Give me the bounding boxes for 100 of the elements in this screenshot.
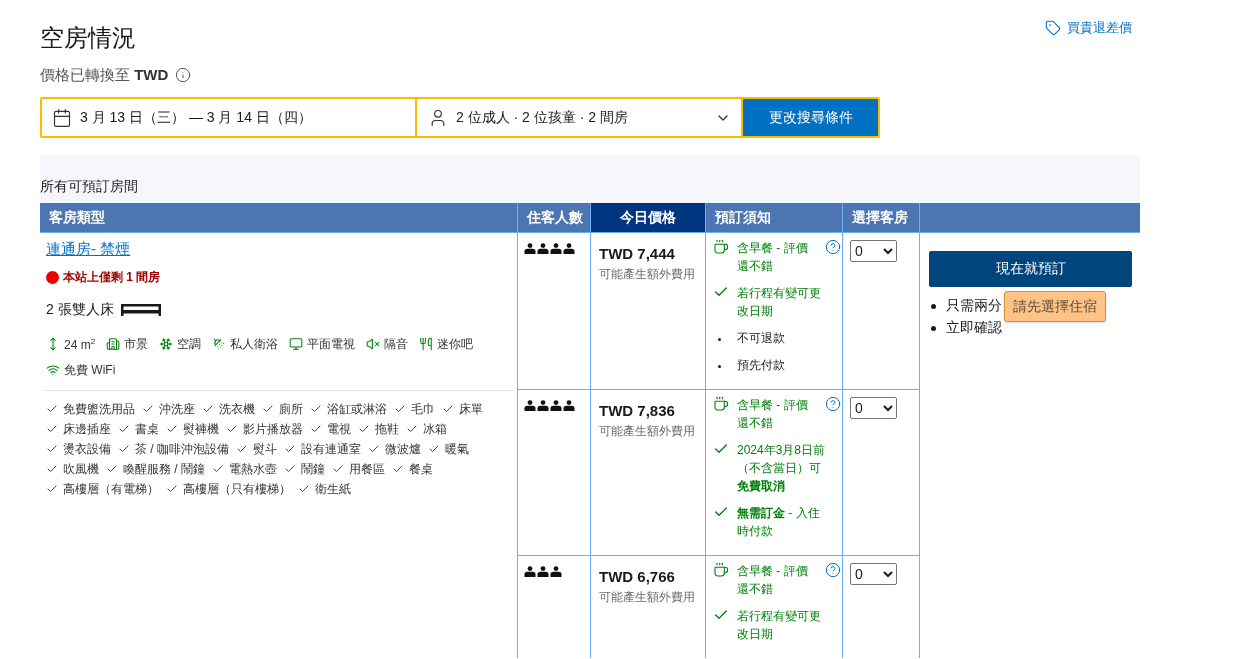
calendar-icon (52, 107, 72, 128)
amenity-label: 微波爐 (385, 440, 421, 458)
condition-text: 含早餐 - 評價還不錯 (737, 240, 809, 275)
facility-label: 平面電視 (307, 335, 356, 353)
muted-speaker-icon (366, 337, 381, 351)
quantity-select[interactable]: 0 (850, 563, 897, 585)
check-icon (310, 403, 322, 415)
check-icon (166, 483, 178, 495)
snowflake-icon (159, 337, 174, 351)
check-icon (118, 423, 130, 435)
building-icon (106, 337, 121, 351)
amenity-label: 設有連通室 (301, 440, 361, 458)
check-icon (358, 423, 370, 435)
check-icon (212, 463, 224, 475)
amenity-label: 電視 (327, 420, 351, 438)
utensils-icon (419, 337, 434, 351)
check-icon (392, 463, 404, 475)
price-match-link[interactable]: 買貴退差價 (1045, 19, 1132, 37)
amenity-label: 衛生紙 (315, 480, 351, 498)
check-icon (332, 463, 344, 475)
check-icon (284, 463, 296, 475)
column-header: 今日價格 (591, 203, 706, 233)
column-header: 客房類型 (40, 203, 518, 233)
bed-info: 2 張雙人床 (46, 301, 114, 319)
check-icon (394, 403, 406, 415)
condition-text: 若行程有變可更改日期 (737, 285, 822, 320)
monitor-icon (289, 337, 304, 351)
bullet-icon (931, 303, 936, 309)
search-button[interactable]: 更改搜尋條件 (743, 99, 878, 136)
amenity-label: 床單 (459, 400, 483, 418)
date-field[interactable]: 3 月 13 日（三） — 3 月 14 日（四） (42, 99, 415, 136)
facility-label: 迷你吧 (437, 335, 474, 353)
amenity-label: 書桌 (135, 420, 159, 438)
cup-icon (713, 562, 729, 578)
person-icon (550, 243, 562, 254)
person-icon (563, 243, 575, 254)
bullet-icon (931, 325, 936, 331)
check-icon (202, 403, 214, 415)
column-header: 住客人數 (518, 203, 591, 233)
person-icon (537, 400, 549, 411)
wifi-icon (46, 363, 60, 377)
quantity-select[interactable]: 0 (850, 240, 897, 262)
person-icon (550, 566, 562, 577)
condition-text: 無需訂金 - 入住時付款 (737, 505, 821, 540)
check-icon (166, 423, 178, 435)
bullet-icon (718, 338, 721, 341)
check-icon (46, 423, 58, 435)
check-icon (46, 483, 58, 495)
amenity-label: 熨褲機 (183, 420, 219, 438)
condition-text: 不可退款 (737, 330, 786, 347)
quantity-select[interactable]: 0 (850, 397, 897, 419)
guests-field[interactable]: 2 位成人 · 2 位孩童 · 2 間房 (417, 99, 741, 136)
condition-text: 2024年3月8日前（不含當日）可免費取消 (737, 442, 827, 495)
amenity-label: 電熱水壺 (229, 460, 277, 478)
room-name-link[interactable]: 連通房- 禁煙 (46, 239, 131, 259)
check-icon (46, 443, 58, 455)
book-now-button[interactable]: 現在就預訂 (929, 251, 1132, 287)
shower-icon (212, 337, 227, 351)
amenity-label: 暖氣 (445, 440, 469, 458)
check-icon (310, 423, 322, 435)
facility-label: 隔音 (384, 335, 409, 353)
condition-text: 若行程有變可更改日期 (737, 608, 822, 643)
price-note: 可能產生額外費用 (599, 589, 696, 605)
check-icon (284, 443, 296, 455)
tag-icon (1045, 20, 1061, 36)
facility-label: 市景 (124, 335, 149, 353)
facility-label: 免費 WiFi (64, 361, 116, 379)
help-icon[interactable] (825, 562, 841, 578)
check-icon (118, 443, 130, 455)
person-icon (537, 566, 549, 577)
help-icon[interactable] (825, 396, 841, 412)
page-title: 空房情況 (40, 23, 136, 53)
amenity-label: 用餐區 (349, 460, 385, 478)
section-title: 所有可預訂房間 (40, 177, 139, 195)
scarcity-note: 本站上僅剩 1 間房 (63, 268, 161, 286)
amenity-label: 鬧鐘 (301, 460, 325, 478)
check-icon (142, 403, 154, 415)
condition-text: 含早餐 - 評價還不錯 (737, 563, 809, 598)
person-icon (524, 400, 536, 411)
person-icon (563, 400, 575, 411)
check-icon (236, 443, 248, 455)
check-icon (46, 463, 58, 475)
amenity-label: 茶 / 咖啡沖泡設備 (135, 440, 229, 458)
benefit-text: 只需兩分 (946, 297, 1002, 315)
check-icon (368, 443, 380, 455)
tooltip: 請先選擇住宿 (1004, 291, 1106, 322)
cup-icon (713, 396, 729, 412)
check-icon (226, 423, 238, 435)
help-icon[interactable] (825, 239, 841, 255)
price-note: 可能產生額外費用 (599, 423, 696, 439)
amenity-label: 拖鞋 (375, 420, 399, 438)
person-icon (537, 243, 549, 254)
bullet-icon (718, 365, 721, 368)
amenity-label: 影片播放器 (243, 420, 303, 438)
cup-icon (713, 239, 729, 255)
info-icon[interactable] (175, 67, 192, 83)
amenity-label: 毛巾 (411, 400, 435, 418)
amenity-label: 高樓層（有電梯） (63, 480, 159, 498)
currency-note: 價格已轉換至 TWD (40, 66, 169, 84)
facility-label: 空調 (177, 335, 202, 353)
